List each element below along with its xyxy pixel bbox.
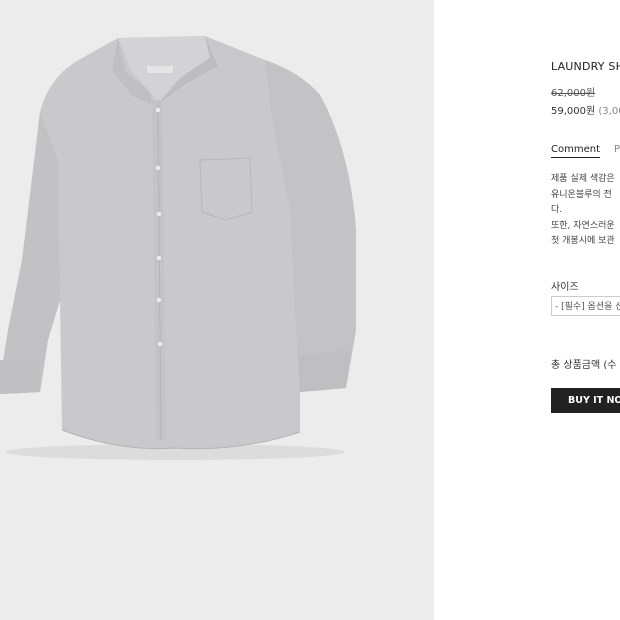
product-description: 제품 실제 색감은 유니온블루의 전 다. 또한, 자연스러운 첫 개봉시에 보… — [551, 172, 615, 250]
description-line: 첫 개봉시에 보관 — [551, 236, 615, 246]
description-line: 다. — [551, 205, 563, 215]
description-line: 제품 실제 색감은 — [551, 174, 615, 184]
description-line: 유니온블루의 전 — [551, 189, 612, 200]
total-price-label: 총 상품금액 (수 — [551, 360, 617, 371]
buy-now-button[interactable]: BUY IT NOW — [551, 388, 620, 413]
sale-price: 59,000원 (3,00 — [551, 102, 620, 117]
size-label: 사이즈 — [551, 282, 579, 293]
shirt-photo — [0, 36, 356, 460]
product-info-panel: LAUNDRY SH 62,000원 59,000원 (3,00 Comment… — [551, 0, 620, 620]
product-title: LAUNDRY SH — [551, 60, 620, 73]
point-note: (3,00 — [598, 106, 620, 117]
sale-price-value: 59,000원 — [551, 106, 596, 117]
original-price: 62,000원 — [551, 88, 596, 99]
size-select[interactable]: - [필수] 옵션을 선 — [551, 296, 620, 316]
tab-comment[interactable]: Comment — [551, 144, 600, 158]
product-image — [0, 0, 434, 620]
tab-other[interactable]: P — [614, 144, 620, 155]
description-line: 또한, 자연스러운 — [551, 220, 615, 231]
